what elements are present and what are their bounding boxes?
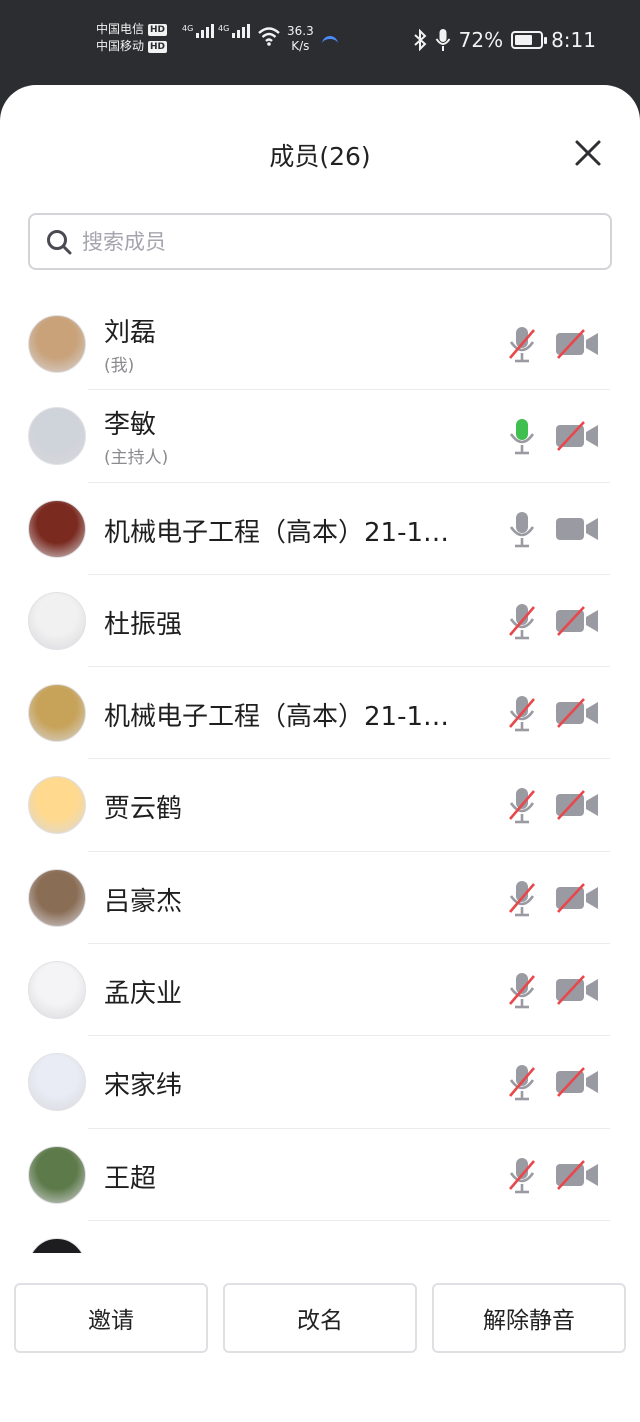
hd-badge-1: HD <box>148 23 168 36</box>
panel-title: 成员(26) <box>269 142 371 171</box>
search-icon <box>47 229 72 254</box>
bluetooth-icon <box>413 29 427 51</box>
battery-percent: 72% <box>458 28 504 52</box>
avatar <box>28 407 86 466</box>
member-name: 孟庆业 <box>104 979 183 1010</box>
network-speed: 36.3 K/s <box>287 24 314 54</box>
signal-2-icon: 4G <box>218 24 251 38</box>
member-row[interactable]: 吕豪杰 <box>0 852 640 945</box>
network-1-label: 4G <box>182 24 194 33</box>
rename-button[interactable]: 改名 <box>223 1283 417 1353</box>
member-row[interactable]: 机械电子工程（高本）21-1… <box>0 667 640 760</box>
member-row-partial[interactable] <box>0 1221 640 1253</box>
mic-muted-icon[interactable] <box>506 970 538 1010</box>
mic-muted-icon[interactable] <box>506 324 538 364</box>
microphone-icon[interactable] <box>506 416 538 456</box>
member-row[interactable]: 李敏 (主持人) <box>0 390 640 483</box>
member-name: 杜振强 <box>104 609 183 640</box>
member-name: 机械电子工程（高本）21-1… <box>104 702 450 733</box>
wifi-icon <box>258 27 280 46</box>
member-row[interactable]: 机械电子工程（高本）21-1… <box>0 483 640 575</box>
member-row[interactable]: 王超 <box>0 1129 640 1221</box>
camera-off-icon[interactable] <box>554 697 600 729</box>
member-name: 吕豪杰 <box>104 886 183 917</box>
avatar <box>28 1145 86 1204</box>
action-bar: 邀请 改名 解除静音 <box>0 1283 640 1355</box>
invite-button[interactable]: 邀请 <box>14 1283 208 1353</box>
avatar <box>28 868 86 927</box>
camera-off-icon[interactable] <box>554 882 600 914</box>
member-row[interactable]: 杜振强 <box>0 575 640 668</box>
close-icon[interactable] <box>572 137 604 169</box>
member-name: 李敏 <box>104 410 157 441</box>
member-role: (主持人) <box>104 448 169 469</box>
speed-value: 36.3 <box>287 24 314 38</box>
avatar <box>28 1053 86 1112</box>
member-name: 宋家纬 <box>104 1071 183 1102</box>
member-row[interactable]: 宋家纬 <box>0 1036 640 1129</box>
microphone-status-icon <box>435 29 450 51</box>
avatar <box>28 591 86 650</box>
battery-icon <box>511 31 548 49</box>
search-input[interactable] <box>82 229 562 254</box>
network-2-label: 4G <box>218 24 230 33</box>
signal-1-icon: 4G <box>182 24 215 38</box>
unmute-button[interactable]: 解除静音 <box>432 1283 626 1353</box>
carrier-2-label: 中国移动 <box>96 39 145 53</box>
hd-badge-2: HD <box>148 40 168 53</box>
camera-off-icon[interactable] <box>554 789 600 821</box>
mic-muted-icon[interactable] <box>506 601 538 641</box>
status-bar: 中国电信 HD 中国移动 HD 4G 4G 36.3 K/s 72% 8:11 <box>0 0 640 84</box>
camera-icon[interactable] <box>554 513 600 545</box>
mic-muted-icon[interactable] <box>506 878 538 918</box>
camera-off-icon[interactable] <box>554 328 600 360</box>
mic-muted-icon[interactable] <box>506 1062 538 1102</box>
member-role: (我) <box>104 356 135 376</box>
member-row[interactable]: 刘磊 (我) <box>0 298 640 391</box>
member-name: 贾云鹤 <box>104 794 183 825</box>
camera-off-icon[interactable] <box>554 420 600 452</box>
mic-muted-icon[interactable] <box>506 693 538 733</box>
mic-muted-icon[interactable] <box>506 1155 538 1195</box>
avatar <box>28 776 86 835</box>
camera-off-icon[interactable] <box>554 974 600 1006</box>
search-box[interactable] <box>28 213 612 270</box>
camera-off-icon[interactable] <box>554 1159 600 1191</box>
avatar <box>28 684 86 743</box>
speed-unit: K/s <box>291 39 310 53</box>
avatar <box>28 961 86 1020</box>
microphone-icon[interactable] <box>506 509 538 549</box>
camera-off-icon[interactable] <box>554 605 600 637</box>
avatar <box>28 1237 86 1253</box>
member-name: 机械电子工程（高本）21-1… <box>104 517 450 548</box>
cloud-sync-icon <box>322 36 338 44</box>
system-status: 72% 8:11 <box>413 28 596 52</box>
carrier-1-label: 中国电信 <box>96 22 145 36</box>
members-sheet: 成员(26) 刘磊(我)李敏(主持人)机械电子工程（高本）21-1…杜振强机械电… <box>0 85 640 1422</box>
carrier-info: 中国电信 HD 中国移动 HD <box>96 21 168 55</box>
clock: 8:11 <box>551 28 596 52</box>
member-name: 王超 <box>104 1163 157 1194</box>
avatar <box>28 499 86 558</box>
mic-muted-icon[interactable] <box>506 785 538 825</box>
member-row[interactable]: 贾云鹤 <box>0 759 640 852</box>
member-name: 刘磊 <box>104 318 157 348</box>
member-row[interactable]: 孟庆业 <box>0 944 640 1037</box>
member-list: 刘磊 (我) 李敏 (主持人) 机械电子工程（高本）21-1… 杜振强 机械电子工程（高本）… <box>0 298 640 1253</box>
avatar <box>28 315 86 373</box>
camera-off-icon[interactable] <box>554 1066 600 1098</box>
